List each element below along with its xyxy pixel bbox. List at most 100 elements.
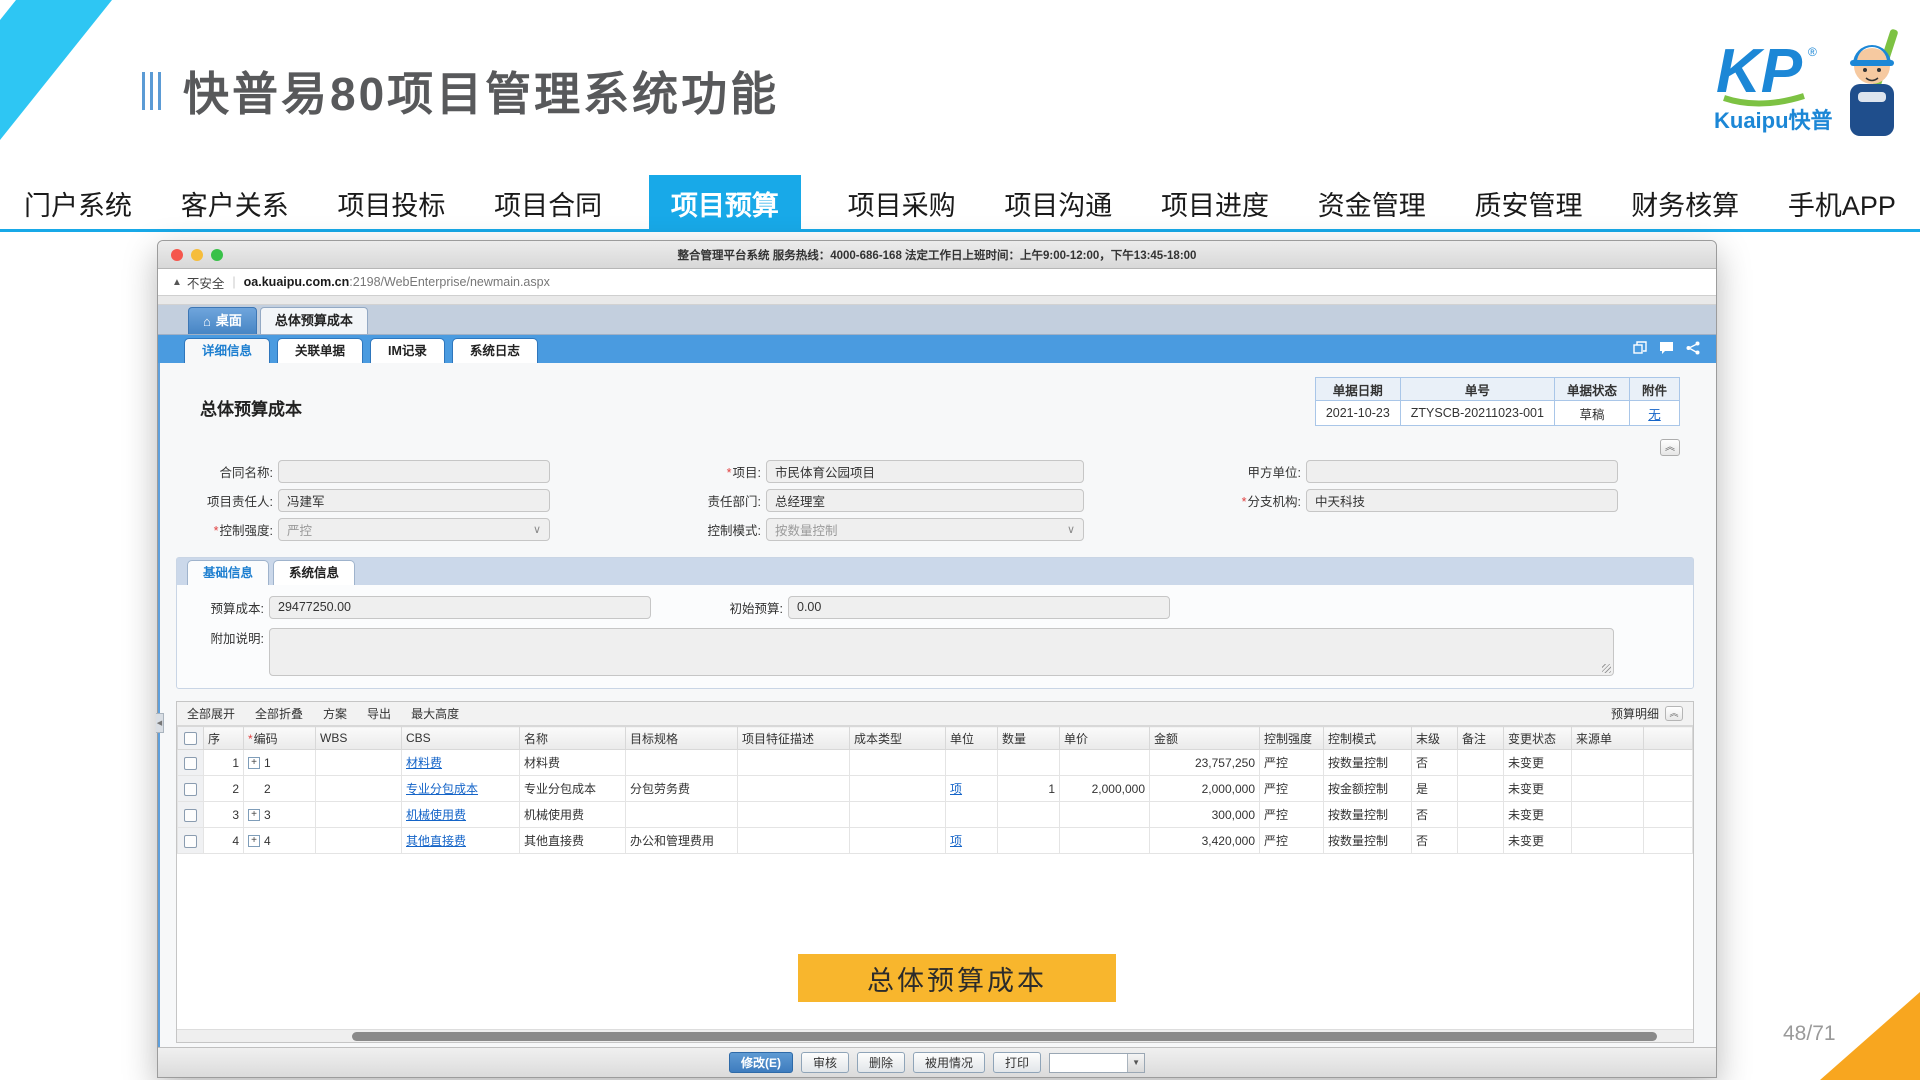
note-textarea[interactable] <box>269 628 1614 676</box>
dropdown-arrow-icon[interactable]: ▼ <box>1127 1054 1144 1072</box>
nav-item[interactable]: 项目进度 <box>1159 178 1271 229</box>
detail-tab[interactable]: 关联单据 <box>277 338 363 363</box>
grid-cell: 3,420,000 <box>1150 828 1260 854</box>
grid-cell <box>178 750 204 776</box>
grid-toolbar-link[interactable]: 全部展开 <box>187 705 235 722</box>
nav-item[interactable]: 门户系统 <box>22 178 134 229</box>
footer-button[interactable]: 删除 <box>857 1052 905 1073</box>
basic-tab[interactable]: 基础信息 <box>187 560 269 585</box>
expand-icon[interactable]: + <box>248 835 260 847</box>
form-select[interactable]: 严控∨ <box>278 518 550 541</box>
nav-item[interactable]: 资金管理 <box>1316 178 1428 229</box>
form-select[interactable]: 按数量控制∨ <box>766 518 1084 541</box>
form-input[interactable]: 冯建军 <box>278 489 550 512</box>
grid-column-header: WBS <box>316 727 402 750</box>
nav-item[interactable]: 项目合同 <box>492 178 604 229</box>
nav-item[interactable]: 客户关系 <box>179 178 291 229</box>
unit-link[interactable]: 项 <box>950 782 962 796</box>
browser-window: 整合管理平台系统 服务热线：4000-686-168 法定工作日上班时间：上午9… <box>157 240 1717 1078</box>
form-input[interactable]: 市民体育公园项目 <box>766 460 1084 483</box>
url-separator: | <box>232 275 235 289</box>
grid-toolbar-link[interactable]: 导出 <box>367 705 391 722</box>
field-label: 合同名称: <box>176 462 278 481</box>
cbs-link[interactable]: 机械使用费 <box>406 808 466 822</box>
nav-item[interactable]: 项目沟通 <box>1002 178 1114 229</box>
cbs-link[interactable]: 其他直接费 <box>406 834 466 848</box>
detail-tab[interactable]: 系统日志 <box>452 338 538 363</box>
grid-cell: 按金额控制 <box>1324 776 1412 802</box>
window-tab-bar: ⌂桌面总体预算成本 <box>158 305 1716 335</box>
security-label[interactable]: 不安全 <box>187 273 225 292</box>
basic-info-section: 基础信息系统信息 预算成本: 29477250.00 初始预算: 0.00 附加… <box>176 557 1694 689</box>
scrollbar-thumb[interactable] <box>352 1032 1657 1041</box>
nav-item[interactable]: 财务核算 <box>1629 178 1741 229</box>
footer-button[interactable]: 打印 <box>993 1052 1041 1073</box>
app-tab[interactable]: 总体预算成本 <box>260 307 368 334</box>
grid-cell: 2 <box>204 776 244 802</box>
grid-cell: 严控 <box>1260 750 1324 776</box>
attachment-link[interactable]: 无 <box>1648 408 1661 422</box>
grid-column-header: 序 <box>204 727 244 750</box>
nav-item[interactable]: 质安管理 <box>1472 178 1584 229</box>
code-cell: +3 <box>248 808 311 822</box>
footer-button[interactable]: 审核 <box>801 1052 849 1073</box>
form-input[interactable]: 总经理室 <box>766 489 1084 512</box>
panel-collapse-handle[interactable]: ◀ <box>156 713 164 733</box>
basic-tab[interactable]: 系统信息 <box>273 560 355 585</box>
row-checkbox[interactable] <box>184 783 197 796</box>
url-host[interactable]: oa.kuaipu.com.cn <box>244 275 350 289</box>
grid-toolbar-link[interactable]: 最大高度 <box>411 705 459 722</box>
row-checkbox[interactable] <box>184 809 197 822</box>
grid-column-header: 变更状态 <box>1504 727 1572 750</box>
grid-column-header: 成本类型 <box>850 727 946 750</box>
form-input[interactable] <box>278 460 550 483</box>
expand-icon[interactable]: + <box>248 809 260 821</box>
row-checkbox[interactable] <box>184 757 197 770</box>
chat-icon[interactable] <box>1659 341 1674 355</box>
url-path[interactable]: :2198/WebEnterprise/newmain.aspx <box>349 275 550 289</box>
basic-tab-strip: 基础信息系统信息 <box>177 558 1693 585</box>
share-icon[interactable] <box>1686 341 1700 355</box>
unit-link[interactable]: 项 <box>950 834 962 848</box>
grid-cell <box>626 802 738 828</box>
warning-icon: ▲ <box>172 277 182 288</box>
expand-icon[interactable]: + <box>248 757 260 769</box>
nav-item[interactable]: 项目预算 <box>649 175 801 232</box>
grid-column-header: 金额 <box>1150 727 1260 750</box>
form-input[interactable] <box>1306 460 1618 483</box>
grid-cell <box>1060 802 1150 828</box>
select-all-checkbox[interactable] <box>184 732 197 745</box>
grid-column-header: 来源单 <box>1572 727 1644 750</box>
form-input[interactable]: 中天科技 <box>1306 489 1618 512</box>
required-asterisk: * <box>727 466 732 480</box>
budget-cost-input[interactable]: 29477250.00 <box>269 596 651 619</box>
nav-item[interactable]: 项目采购 <box>846 178 958 229</box>
collapse-header-button[interactable]: ︽ <box>1660 439 1680 456</box>
grid-toolbar-link[interactable]: 全部折叠 <box>255 705 303 722</box>
footer-button[interactable]: 被用情况 <box>913 1052 985 1073</box>
nav-item[interactable]: 手机APP <box>1786 178 1898 229</box>
horizontal-scrollbar[interactable] <box>177 1029 1693 1042</box>
detail-tab[interactable]: 详细信息 <box>184 338 270 363</box>
row-checkbox[interactable] <box>184 835 197 848</box>
doc-table-value: 2021-10-23 <box>1315 401 1400 426</box>
footer-button[interactable]: 修改(E) <box>729 1052 793 1073</box>
app-tab[interactable]: ⌂桌面 <box>188 307 257 334</box>
footer-dropdown[interactable]: ▼ <box>1049 1053 1145 1073</box>
grid-collapse-icon[interactable]: ︽ <box>1665 706 1683 721</box>
code-cell: +4 <box>248 834 311 848</box>
detail-tab[interactable]: IM记录 <box>370 338 445 363</box>
initial-budget-input[interactable]: 0.00 <box>788 596 1170 619</box>
form-row: *控制强度:严控∨控制模式:按数量控制∨ <box>176 515 1694 544</box>
grid-cell <box>998 828 1060 854</box>
nav-item[interactable]: 项目投标 <box>335 178 447 229</box>
cbs-link[interactable]: 材料费 <box>406 756 442 770</box>
grid-column-header: 名称 <box>520 727 626 750</box>
cascade-windows-icon[interactable] <box>1633 341 1647 355</box>
grid-cell <box>998 802 1060 828</box>
grid-toolbar-link[interactable]: 方案 <box>323 705 347 722</box>
mascot <box>1850 28 1899 136</box>
cbs-link[interactable]: 专业分包成本 <box>406 782 478 796</box>
field-value: 严控 <box>287 520 312 539</box>
url-bar[interactable]: ▲ 不安全 | oa.kuaipu.com.cn :2198/WebEnterp… <box>158 269 1716 296</box>
